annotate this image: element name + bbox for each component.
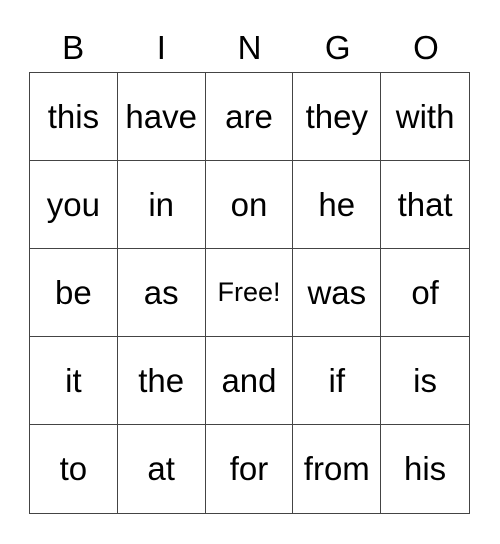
bingo-cell[interactable]: have xyxy=(117,73,206,161)
bingo-cell[interactable]: from xyxy=(293,425,382,513)
bingo-cell[interactable]: you xyxy=(30,161,118,249)
bingo-cell[interactable]: is xyxy=(381,337,469,425)
header-letter-o: O xyxy=(413,29,439,66)
bingo-cell[interactable]: his xyxy=(381,425,469,513)
bingo-cell[interactable]: of xyxy=(381,249,469,337)
bingo-card: this have are they with you in on he that be as Free… xyxy=(29,72,470,514)
bingo-cell[interactable]: if xyxy=(293,337,382,425)
bingo-cell[interactable]: to xyxy=(30,425,118,513)
bingo-cell[interactable]: be xyxy=(30,249,118,337)
header-letter-g: G xyxy=(324,29,351,66)
bingo-cell[interactable]: are xyxy=(205,73,294,161)
bingo-cell[interactable]: that xyxy=(381,161,469,249)
bingo-cell[interactable]: as xyxy=(117,249,206,337)
bingo-cell[interactable]: for xyxy=(206,425,294,513)
free-space[interactable]: Free! xyxy=(205,249,294,337)
header-letter-b: B xyxy=(62,29,85,66)
bingo-cell[interactable]: they xyxy=(293,73,382,161)
bingo-cell[interactable]: he xyxy=(293,161,382,249)
bingo-cell[interactable]: on xyxy=(205,161,294,249)
bingo-cell[interactable]: with xyxy=(381,73,469,161)
bingo-cell[interactable]: it xyxy=(30,337,118,425)
bingo-header: B I N G O xyxy=(29,28,470,72)
bingo-cell[interactable]: and xyxy=(205,337,294,425)
bingo-cell[interactable]: was xyxy=(293,249,382,337)
header-letter-n: N xyxy=(237,29,262,66)
bingo-cell[interactable]: at xyxy=(118,425,206,513)
bingo-cell[interactable]: in xyxy=(117,161,206,249)
header-letter-i: I xyxy=(156,29,166,66)
bingo-cell[interactable]: the xyxy=(117,337,206,425)
bingo-cell[interactable]: this xyxy=(30,73,118,161)
